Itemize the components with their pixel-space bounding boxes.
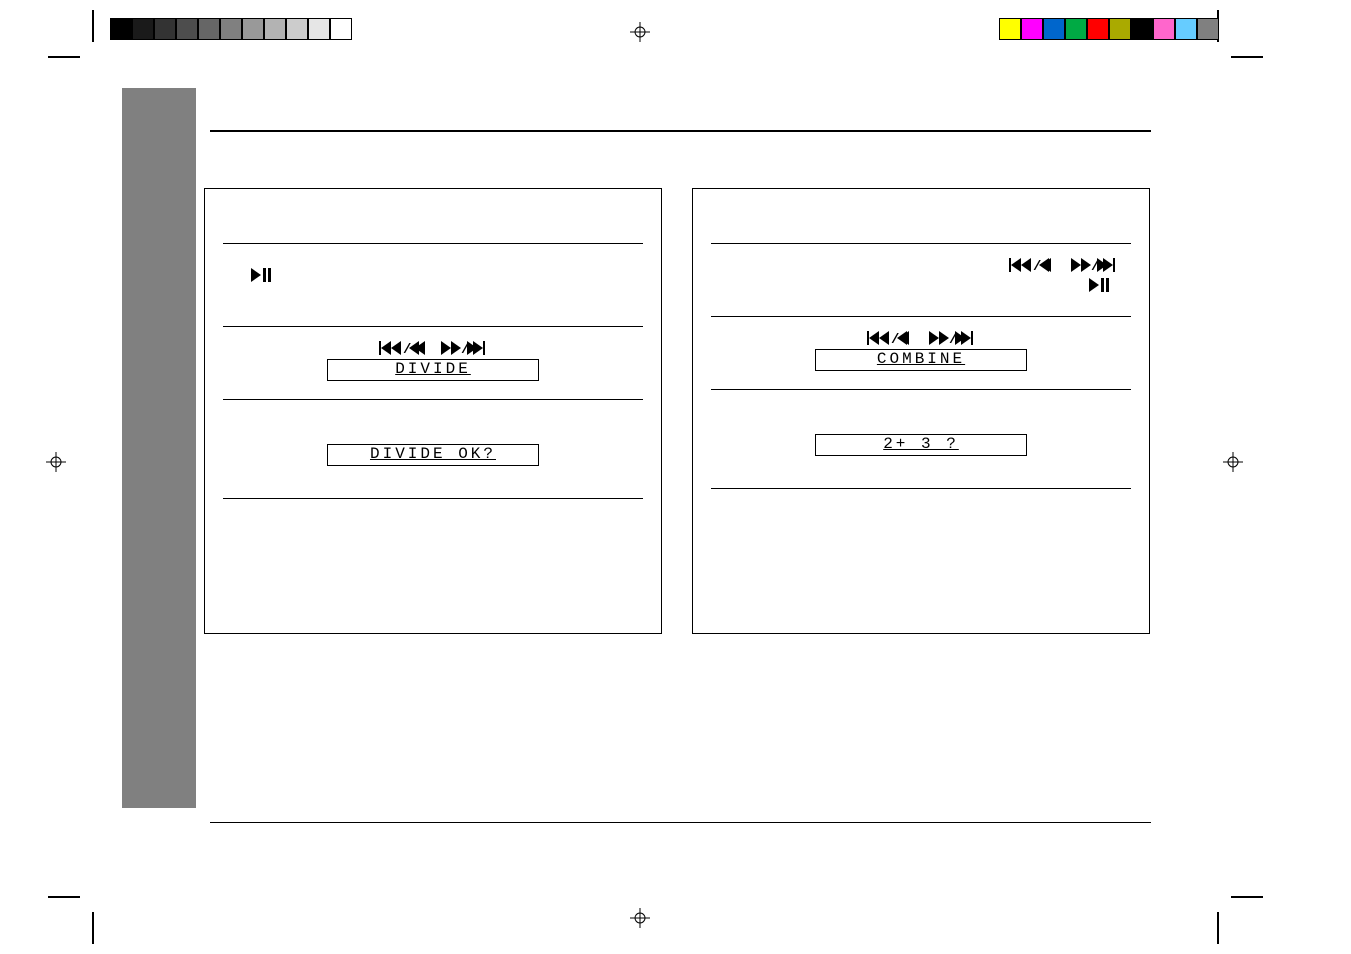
divider: [210, 822, 1151, 823]
grayscale-swatches: [110, 18, 352, 40]
display-readout: DIVIDE: [327, 359, 539, 381]
crop-mark: [92, 912, 94, 944]
skip-forward-icon: /: [929, 331, 975, 345]
page-tab: [122, 88, 196, 808]
registration-mark-icon: [630, 908, 650, 928]
skip-icons-row: / /: [715, 331, 1127, 345]
step: [711, 489, 1131, 589]
swatch: [330, 18, 352, 40]
swatch: [1021, 18, 1043, 40]
skip-forward-icon: /: [441, 341, 487, 355]
skip-back-icon: /: [1009, 258, 1055, 272]
manual-page: / / DIVIDE DIVIDE OK? /: [0, 0, 1351, 954]
color-swatches: [999, 18, 1219, 40]
swatch: [132, 18, 154, 40]
procedure-columns: / / DIVIDE DIVIDE OK? /: [204, 188, 1150, 634]
display-readout: 2+ 3 ?: [815, 434, 1027, 456]
crop-mark: [48, 56, 80, 58]
step: [223, 189, 643, 244]
play-pause-icon: [251, 268, 273, 282]
skip-back-icon: /: [867, 331, 913, 345]
display-readout: DIVIDE OK?: [327, 444, 539, 466]
play-pause-icon: [1089, 278, 1111, 292]
swatch: [1043, 18, 1065, 40]
step: / / COMBINE: [711, 317, 1131, 390]
swatch: [1131, 18, 1153, 40]
crop-mark: [1217, 912, 1219, 944]
registration-mark-icon: [630, 22, 650, 42]
swatch: [999, 18, 1021, 40]
crop-mark: [1231, 896, 1263, 898]
swatch: [154, 18, 176, 40]
crop-mark: [1231, 56, 1263, 58]
swatch: [1065, 18, 1087, 40]
step: 2+ 3 ?: [711, 390, 1131, 489]
swatch: [1109, 18, 1131, 40]
swatch: [176, 18, 198, 40]
swatch: [1087, 18, 1109, 40]
display-readout: COMBINE: [815, 349, 1027, 371]
swatch: [1197, 18, 1219, 40]
combine-procedure-box: / / / /: [692, 188, 1150, 634]
swatch: [242, 18, 264, 40]
skip-icons-row: / /: [715, 258, 1127, 272]
registration-mark-icon: [1223, 452, 1243, 472]
skip-forward-icon: /: [1071, 258, 1117, 272]
swatch: [286, 18, 308, 40]
swatch: [1175, 18, 1197, 40]
divide-procedure-box: / / DIVIDE DIVIDE OK?: [204, 188, 662, 634]
step: / /: [711, 244, 1131, 317]
divider: [210, 130, 1151, 132]
step: [223, 499, 643, 599]
swatch: [1153, 18, 1175, 40]
step: [711, 189, 1131, 244]
step: DIVIDE OK?: [223, 400, 643, 499]
step: [223, 244, 643, 327]
swatch: [220, 18, 242, 40]
crop-mark: [92, 10, 94, 42]
registration-mark-icon: [46, 452, 66, 472]
swatch: [110, 18, 132, 40]
skip-back-icon: /: [379, 341, 425, 355]
swatch: [308, 18, 330, 40]
swatch: [264, 18, 286, 40]
crop-mark: [48, 896, 80, 898]
step: / / DIVIDE: [223, 327, 643, 400]
swatch: [198, 18, 220, 40]
skip-icons-row: / /: [227, 341, 639, 355]
